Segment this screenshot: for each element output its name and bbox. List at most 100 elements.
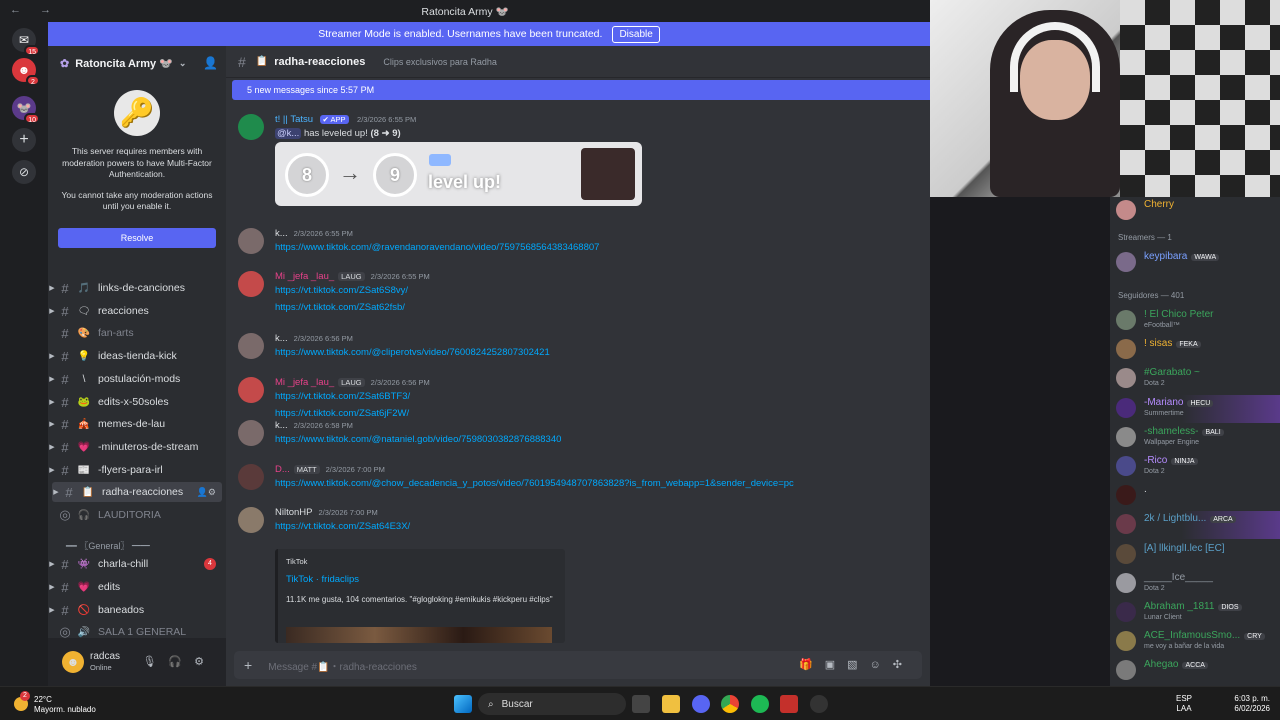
add-server-icon[interactable]: + <box>12 128 36 152</box>
member-item[interactable]: -Mariano HECU Summertime <box>1116 394 1280 423</box>
resolve-button[interactable]: Resolve <box>58 228 216 248</box>
app-icon-dark[interactable] <box>810 695 828 713</box>
avatar[interactable] <box>238 271 264 297</box>
message-input[interactable]: + Message #📋・radha-reacciones 🎁▣▧☺✣ <box>234 651 922 679</box>
file-explorer-icon[interactable] <box>662 695 680 713</box>
message-author[interactable]: k... <box>275 420 288 431</box>
avatar[interactable] <box>1116 339 1136 360</box>
member-item[interactable]: keypibara WAWA <box>1116 249 1280 277</box>
avatar[interactable]: ☻ <box>62 651 84 673</box>
message-author[interactable]: t! || Tatsu <box>275 114 313 125</box>
avatar[interactable] <box>238 507 264 533</box>
member-item[interactable]: [A] llkinglI.lec [EC] <box>1116 541 1280 569</box>
member-item[interactable]: Ahegao ACCA <box>1116 657 1280 685</box>
explore-icon[interactable]: ⊘ <box>12 160 36 184</box>
discord-home-icon[interactable]: ✉ 15 <box>12 28 40 56</box>
avatar[interactable] <box>238 420 264 446</box>
member-item[interactable]: . <box>1116 482 1280 510</box>
server-icon-ratoncita[interactable]: 🐭 10 <box>12 96 40 124</box>
message-link[interactable]: https://www.tiktok.com/@nataniel.gob/vid… <box>275 434 561 445</box>
message-link[interactable]: https://vt.tiktok.com/ZSat62fsb/ <box>275 302 405 313</box>
channel-11[interactable]: ━━ 〖General〗 ━━ <box>48 535 226 555</box>
member-item[interactable]: Cherry <box>1116 197 1280 225</box>
channel-13[interactable]: ▶ # 💗 edits <box>48 577 226 597</box>
taskbar-search[interactable]: ⌕ Buscar <box>478 693 626 715</box>
avatar[interactable] <box>1116 200 1136 220</box>
channel-1[interactable]: ▶ # 🗨 reacciones <box>48 301 226 321</box>
message-author[interactable]: Mi _jefa _lau_ <box>275 271 334 282</box>
channel-6[interactable]: ▶ # 🎪 memes-de-lau <box>48 414 226 434</box>
channel-3[interactable]: ▶ # 💡 ideas-tienda-kick <box>48 346 226 366</box>
channel-topic[interactable]: Clips exclusivos para Radha <box>383 57 497 67</box>
avatar[interactable] <box>1116 514 1136 535</box>
avatar[interactable] <box>238 377 264 403</box>
message-author[interactable]: D... <box>275 464 290 475</box>
mention[interactable]: @k... <box>275 128 302 139</box>
avatar[interactable] <box>1116 543 1136 564</box>
channel-4[interactable]: ▶ # \ postulación-mods <box>48 369 226 389</box>
spotify-icon[interactable] <box>751 695 769 713</box>
channel-5[interactable]: ▶ # 🐸 edits-x-50soles <box>48 392 226 412</box>
channel-7[interactable]: ▶ # 💗 -minuteros-de-stream <box>48 437 226 457</box>
message-link[interactable]: https://www.tiktok.com/@cliperotvs/video… <box>275 347 550 358</box>
composer-tool-icons[interactable]: 🎁▣▧☺✣ <box>799 658 914 671</box>
disable-button[interactable]: Disable <box>612 25 660 43</box>
avatar[interactable] <box>1116 456 1136 476</box>
member-item[interactable]: _____Ice_____ Dota 2 <box>1116 570 1280 598</box>
member-item[interactable]: Abraham _1811 DIOS Lunar Client <box>1116 599 1280 627</box>
channel-9[interactable]: ▶ # 📋 radha-reacciones 👤⚙ <box>52 482 222 502</box>
message-link[interactable]: https://www.tiktok.com/@ravendanoravenda… <box>275 242 599 253</box>
channel-8[interactable]: ▶ # 📰 -flyers-para-irl <box>48 460 226 480</box>
avatar[interactable] <box>1116 602 1136 622</box>
server-header[interactable]: ✿ Ratoncita Army 🐭 ⌄ 👤 <box>48 46 226 80</box>
message-link[interactable]: https://vt.tiktok.com/ZSat6BTF3/ <box>275 391 410 402</box>
member-item[interactable]: ACE_InfamousSmo... CRY me voy a bañar de l… <box>1116 628 1280 656</box>
channel-2[interactable]: # 🎨 fan-arts <box>48 323 226 343</box>
channel-12[interactable]: ▶ # 👾 charla-chill 4 <box>48 554 226 574</box>
avatar[interactable] <box>1116 485 1136 506</box>
member-item[interactable]: ! El Chico Peter eFootball™ <box>1116 307 1280 335</box>
weather-widget[interactable]: 2 22°C Mayorm. nublado <box>14 691 96 715</box>
plus-icon[interactable]: + <box>244 657 252 673</box>
avatar[interactable] <box>1116 310 1136 330</box>
task-view-icon[interactable] <box>632 695 650 713</box>
add-member-icon[interactable]: 👤 <box>203 56 218 70</box>
avatar[interactable] <box>1116 426 1136 447</box>
member-item[interactable]: 2k / Lightblu... ARCA <box>1116 511 1280 540</box>
embed-thumbnail[interactable] <box>286 627 552 643</box>
channel-0[interactable]: ▶ # 🎵 links-de-canciones <box>48 278 226 298</box>
member-item[interactable]: #Garabato ~ Dota 2 <box>1116 365 1280 393</box>
message-author[interactable]: NiltonHP <box>275 507 313 518</box>
avatar[interactable] <box>238 114 264 140</box>
message-link[interactable]: https://vt.tiktok.com/ZSat64E3X/ <box>275 521 410 532</box>
avatar[interactable] <box>238 228 264 254</box>
avatar[interactable] <box>1116 252 1136 272</box>
member-item[interactable]: ! sisas FEKA <box>1116 336 1280 364</box>
message-author[interactable]: k... <box>275 228 288 239</box>
member-item[interactable]: -shameless- BALI Wallpaper Engine <box>1116 424 1280 452</box>
channel-settings-icon[interactable]: 👤⚙ <box>197 487 216 498</box>
server-icon-1[interactable]: ☻ 2 <box>12 58 40 86</box>
avatar[interactable] <box>1116 572 1136 593</box>
system-tray[interactable]: ESP LAA 6:03 p. m. 6/02/2026 <box>1176 694 1270 714</box>
avatar[interactable] <box>238 464 264 490</box>
chrome-icon[interactable] <box>721 695 739 713</box>
avatar[interactable] <box>1116 397 1136 418</box>
avatar[interactable] <box>1116 368 1136 389</box>
message-link[interactable]: https://vt.tiktok.com/ZSat6jF2W/ <box>275 408 409 419</box>
avatar[interactable] <box>238 333 264 359</box>
channel-14[interactable]: ▶ # 🚫 baneados <box>48 600 226 620</box>
embed-title[interactable]: TikTok · fridaclips <box>286 574 359 585</box>
discord-taskbar-icon[interactable] <box>692 695 710 713</box>
avatar[interactable] <box>1116 660 1136 681</box>
avatar[interactable] <box>1116 631 1136 652</box>
app-icon-red[interactable] <box>780 695 798 713</box>
start-icon[interactable] <box>454 695 472 713</box>
new-messages-bar[interactable]: 5 new messages since 5:57 PM <box>232 80 930 100</box>
message-author[interactable]: Mi _jefa _lau_ <box>275 377 334 388</box>
message-link[interactable]: https://vt.tiktok.com/ZSat6S8vy/ <box>275 285 408 296</box>
message-link[interactable]: https://www.tiktok.com/@chow_decadencia_… <box>275 478 794 489</box>
member-item[interactable]: -Rico NINJA Dota 2 <box>1116 453 1280 481</box>
mic-headset-settings-icons[interactable]: 🎙🎧⚙ <box>142 655 216 668</box>
channel-10[interactable]: ◎ 🎧 LAUDITORIA <box>48 505 226 525</box>
